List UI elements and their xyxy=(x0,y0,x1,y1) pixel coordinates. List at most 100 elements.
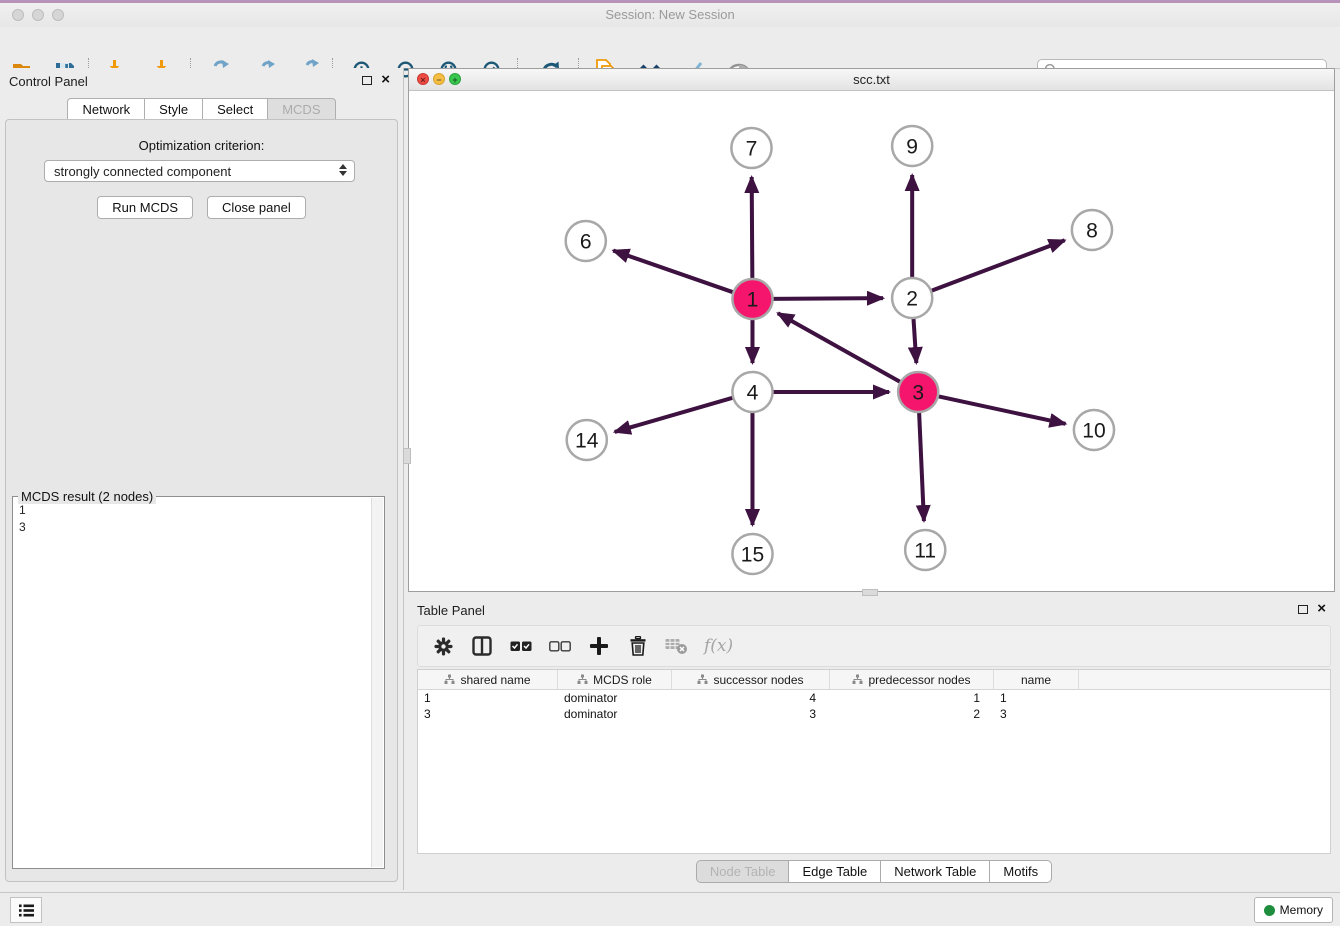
main-toolbar xyxy=(0,27,1340,69)
table-header-row: shared name MCDS role successor nodes prede… xyxy=(418,670,1330,690)
column-header-successor-nodes[interactable]: successor nodes xyxy=(672,670,830,689)
table-toolbar: f(x) xyxy=(417,625,1331,667)
column-header-shared-name[interactable]: shared name xyxy=(418,670,558,689)
float-panel-icon[interactable] xyxy=(362,76,372,85)
column-header-label: successor nodes xyxy=(713,673,803,687)
delete-table-icon[interactable] xyxy=(665,634,689,658)
function-builder-icon[interactable]: f(x) xyxy=(704,636,733,656)
table-cell[interactable]: 3 xyxy=(994,706,1079,722)
memory-label: Memory xyxy=(1280,903,1323,917)
network-window-title: scc.txt xyxy=(409,72,1334,87)
table-row[interactable]: 1dominator411 xyxy=(418,690,1330,706)
result-scrollbar[interactable] xyxy=(371,498,383,867)
column-header-label: shared name xyxy=(460,673,530,687)
table-panel: Table Panel × xyxy=(408,597,1340,890)
table-tab-network-table[interactable]: Network Table xyxy=(881,860,990,883)
edge-4-14[interactable] xyxy=(615,397,735,432)
node-label-7: 7 xyxy=(746,138,758,161)
node-label-14: 14 xyxy=(575,430,599,453)
column-visibility-icon[interactable] xyxy=(470,634,494,658)
attribute-icon xyxy=(444,674,455,685)
edge-2-8[interactable] xyxy=(929,240,1065,291)
node-label-11: 11 xyxy=(914,540,936,563)
tab-network[interactable]: Network xyxy=(67,98,145,121)
node-label-1: 1 xyxy=(747,289,759,312)
table-cell[interactable]: 4 xyxy=(672,690,830,706)
tab-mcds[interactable]: MCDS xyxy=(268,98,335,121)
column-header-MCDS-role[interactable]: MCDS role xyxy=(558,670,672,689)
edge-3-11[interactable] xyxy=(919,410,924,521)
mcds-result-list: 13 xyxy=(13,499,371,868)
column-header-label: predecessor nodes xyxy=(868,673,970,687)
table-cell[interactable]: 3 xyxy=(418,706,558,722)
attribute-icon xyxy=(697,674,708,685)
add-column-icon[interactable] xyxy=(587,634,611,658)
table-tab-node-table[interactable]: Node Table xyxy=(696,860,790,883)
edge-3-10[interactable] xyxy=(936,396,1066,424)
node-label-9: 9 xyxy=(906,136,918,159)
select-all-checkboxes-icon[interactable] xyxy=(509,634,533,658)
list-icon xyxy=(18,903,35,918)
table-panel-title: Table Panel xyxy=(417,603,485,618)
application-window: Session: New Session xyxy=(0,0,1340,926)
node-label-6: 6 xyxy=(580,231,592,254)
edge-1-7[interactable] xyxy=(752,177,753,281)
table-tab-edge-table[interactable]: Edge Table xyxy=(789,860,881,883)
column-header-label: name xyxy=(1021,673,1051,687)
result-item: 3 xyxy=(19,519,365,536)
result-item: 1 xyxy=(19,502,365,519)
edge-1-2[interactable] xyxy=(771,298,883,299)
table-cell[interactable]: dominator xyxy=(558,706,672,722)
table-tab-motifs[interactable]: Motifs xyxy=(990,860,1052,883)
vertical-splitter-handle[interactable] xyxy=(403,448,411,464)
table-cell[interactable]: 1 xyxy=(994,690,1079,706)
table-body: 1dominator4113dominator323 xyxy=(418,690,1330,722)
criterion-select[interactable]: strongly connected component xyxy=(44,160,355,182)
memory-status-icon xyxy=(1264,905,1275,916)
edge-3-1[interactable] xyxy=(778,313,903,383)
table-cell[interactable]: 3 xyxy=(672,706,830,722)
settings-gear-icon[interactable] xyxy=(431,634,455,658)
delete-column-icon[interactable] xyxy=(626,634,650,658)
titlebar: Session: New Session xyxy=(0,3,1340,27)
window-title: Session: New Session xyxy=(0,7,1340,22)
tab-select[interactable]: Select xyxy=(203,98,268,121)
table-panel-header: Table Panel × xyxy=(408,597,1340,623)
close-table-panel-icon[interactable]: × xyxy=(1317,600,1326,618)
table-cell[interactable]: 2 xyxy=(830,706,994,722)
horizontal-splitter-handle[interactable] xyxy=(862,589,878,596)
node-label-3: 3 xyxy=(912,382,924,405)
task-history-button[interactable] xyxy=(10,897,42,923)
table-cell[interactable]: 1 xyxy=(830,690,994,706)
edge-2-3[interactable] xyxy=(913,316,916,363)
table-cell[interactable]: 1 xyxy=(418,690,558,706)
mcds-pane: Optimization criterion: strongly connect… xyxy=(5,119,398,882)
optimization-criterion-label: Optimization criterion: xyxy=(6,138,397,153)
network-view-window: × − + scc.txt 1234678910111415 xyxy=(408,68,1335,592)
float-table-panel-icon[interactable] xyxy=(1298,605,1308,614)
attribute-icon xyxy=(852,674,863,685)
run-mcds-button[interactable]: Run MCDS xyxy=(97,196,193,219)
column-header-predecessor-nodes[interactable]: predecessor nodes xyxy=(830,670,994,689)
close-panel-icon[interactable]: × xyxy=(381,71,390,89)
column-header-name[interactable]: name xyxy=(994,670,1079,689)
attribute-icon xyxy=(577,674,588,685)
control-panel: Control Panel × NetworkStyleSelectMCDS O… xyxy=(0,68,404,890)
node-label-8: 8 xyxy=(1086,220,1098,243)
table-tabs: Node TableEdge TableNetwork TableMotifs xyxy=(408,860,1340,883)
table-cell[interactable]: dominator xyxy=(558,690,672,706)
status-bar: Memory xyxy=(0,892,1340,926)
control-panel-tabs: NetworkStyleSelectMCDS xyxy=(0,98,403,121)
close-panel-button[interactable]: Close panel xyxy=(207,196,306,219)
network-window-titlebar[interactable]: × − + scc.txt xyxy=(409,69,1334,91)
edge-1-6[interactable] xyxy=(613,251,735,293)
node-table[interactable]: shared name MCDS role successor nodes prede… xyxy=(417,669,1331,854)
network-canvas[interactable]: 1234678910111415 xyxy=(409,90,1334,591)
memory-button[interactable]: Memory xyxy=(1254,897,1333,923)
mcds-result-box: MCDS result (2 nodes) 13 xyxy=(12,496,385,869)
control-panel-title: Control Panel xyxy=(9,74,88,89)
table-row[interactable]: 3dominator323 xyxy=(418,706,1330,722)
deselect-all-checkboxes-icon[interactable] xyxy=(548,634,572,658)
tab-style[interactable]: Style xyxy=(145,98,203,121)
column-header-label: MCDS role xyxy=(593,673,652,687)
